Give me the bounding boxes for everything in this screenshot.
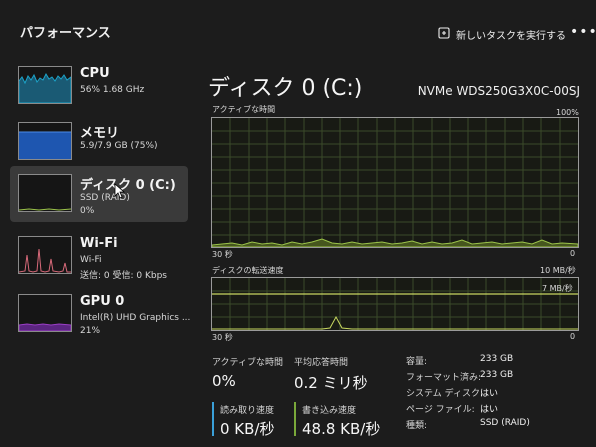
sidebar-item-disk0[interactable]: ディスク 0 (C:) SSD (RAID) 0%: [10, 166, 188, 222]
sidebar-item-detail-2: 送信: 0 受信: 0 Kbps: [80, 271, 167, 281]
write-speed-label: 書き込み速度: [302, 406, 357, 416]
transfer-graph-label: ディスクの転送速度: [212, 266, 284, 275]
transfer-rate-graph: [211, 277, 579, 331]
sidebar-item-wifi[interactable]: Wi-Fi Wi-Fi 送信: 0 受信: 0 Kbps: [10, 228, 188, 284]
page-file-value: はい: [480, 405, 499, 415]
read-speed-color-bar: [212, 402, 214, 436]
transfer-time-label: 30 秒: [212, 333, 233, 342]
run-task-label: 新しいタスクを実行する: [456, 31, 566, 42]
capacity-label: 容量:: [406, 357, 428, 367]
avg-response-value: 0.2 ミリ秒: [294, 374, 368, 392]
mouse-pointer-icon: [114, 183, 126, 203]
run-new-task-button[interactable]: 新しいタスクを実行する: [438, 27, 566, 42]
page-file-label: ページ ファイル:: [406, 405, 475, 415]
active-time-graph-svg: [212, 118, 578, 247]
sidebar-item-detail: 56% 1.68 GHz: [80, 85, 145, 95]
sidebar-item-title: GPU 0: [80, 294, 125, 309]
title-bar: パフォーマンス 新しいタスクを実行する •••: [0, 0, 596, 52]
type-label: 種類:: [406, 421, 428, 431]
sidebar-item-memory[interactable]: メモリ 5.9/7.9 GB (75%): [10, 114, 188, 170]
active-time-max-label: 100%: [556, 108, 579, 117]
sidebar-item-detail: Intel(R) UHD Graphics ...: [80, 313, 191, 323]
sidebar-item-detail: 5.9/7.9 GB (75%): [80, 141, 158, 151]
sidebar-item-gpu0[interactable]: GPU 0 Intel(R) UHD Graphics ... 21%: [10, 286, 191, 342]
sidebar-item-detail-2: 21%: [80, 326, 101, 336]
system-disk-label: システム ディスク:: [406, 389, 483, 399]
sidebar-item-title: メモリ: [80, 126, 120, 141]
cpu-thumbnail-graph: [18, 66, 72, 104]
formatted-label: フォーマット済み:: [406, 373, 482, 383]
run-task-icon: [438, 27, 450, 42]
active-time-graph: [211, 117, 579, 248]
capacity-value: 233 GB: [480, 354, 514, 364]
avg-response-label: 平均応答時間: [294, 358, 349, 368]
more-options-icon[interactable]: •••: [570, 24, 596, 40]
sidebar: CPU 56% 1.68 GHz メモリ 5.9/7.9 GB (75%) ディ…: [0, 58, 200, 447]
page-title: パフォーマンス: [20, 26, 111, 41]
write-speed-value: 48.8 KB/秒: [302, 420, 381, 438]
type-value: SSD (RAID): [480, 418, 530, 428]
sidebar-item-detail: Wi-Fi: [80, 255, 102, 265]
formatted-value: 233 GB: [480, 370, 514, 380]
sidebar-item-title: CPU: [80, 66, 110, 81]
disk-model: NVMe WDS250G3X0C-00SJ: [417, 84, 580, 98]
gpu-thumbnail-graph: [18, 294, 72, 332]
read-speed-label: 読み取り速度: [220, 406, 275, 416]
disk-title: ディスク 0 (C:): [208, 76, 363, 101]
active-time-graph-label: アクティブな時間: [212, 105, 276, 114]
disk-thumbnail-graph: [18, 174, 72, 212]
sidebar-item-detail-2: 0%: [80, 206, 95, 216]
write-speed-color-bar: [294, 402, 296, 436]
sidebar-item-title: Wi-Fi: [80, 236, 118, 251]
transfer-min-label: 0: [570, 332, 576, 341]
system-disk-value: はい: [480, 389, 499, 399]
transfer-max-label: 10 MB/秒: [540, 266, 576, 275]
wifi-thumbnail-graph: [18, 236, 72, 274]
read-speed-value: 0 KB/秒: [220, 420, 275, 438]
active-time-stat-value: 0%: [212, 372, 236, 390]
active-time-time-label: 30 秒: [212, 250, 233, 259]
active-time-min-label: 0: [570, 249, 576, 258]
memory-thumbnail-graph: [18, 122, 72, 160]
sidebar-item-title: ディスク 0 (C:): [80, 178, 176, 193]
transfer-ref-label: 7 MB/秒: [542, 284, 573, 293]
active-time-stat-label: アクティブな時間: [212, 358, 284, 368]
sidebar-item-cpu[interactable]: CPU 56% 1.68 GHz: [10, 58, 188, 114]
transfer-rate-graph-svg: [212, 278, 578, 330]
